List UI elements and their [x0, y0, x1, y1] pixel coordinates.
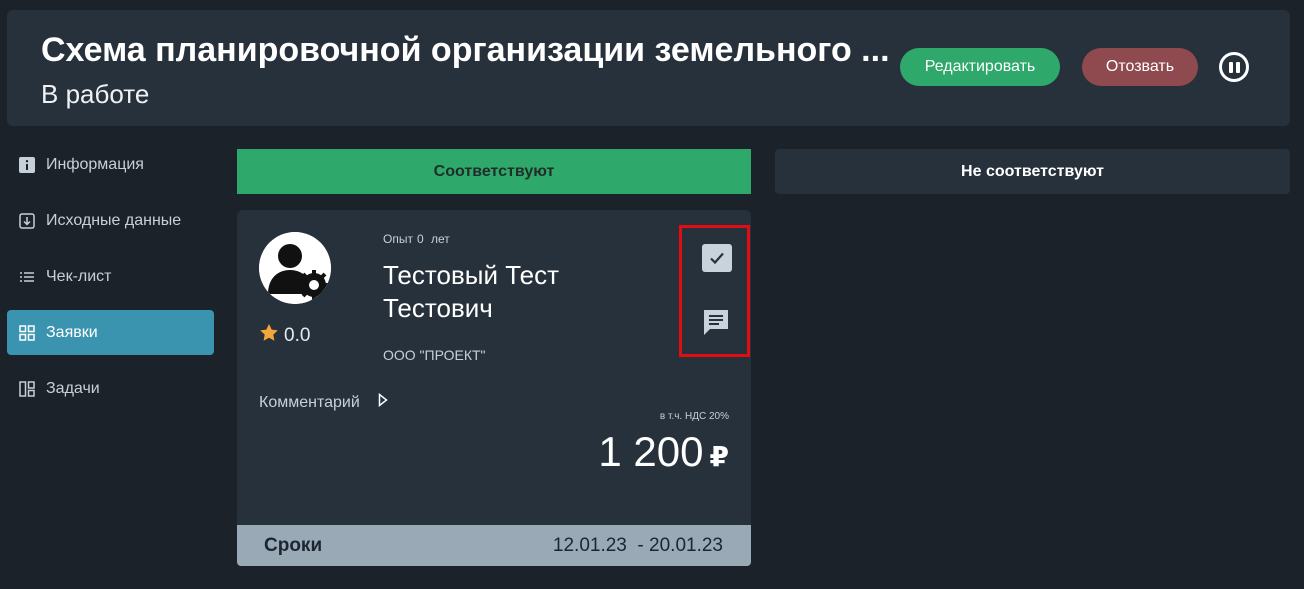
request-header: Схема планировочной организации земельно… — [7, 10, 1290, 126]
terms-bar: Сроки 12.01.23 - 20.01.23 — [237, 525, 751, 566]
sidebar-item-label: Чек-лист — [46, 267, 112, 285]
executor-name: Тестовый Тест Тестович — [383, 260, 559, 323]
checklist-icon — [19, 269, 35, 285]
download-icon — [19, 212, 35, 229]
column-header-not-matching: Не соответствуют — [775, 149, 1290, 194]
price-value: 1 200 — [598, 428, 704, 475]
recall-button[interactable]: Отозвать — [1082, 48, 1198, 86]
action-highlight-box — [679, 225, 750, 357]
experience-unit: лет — [430, 232, 450, 246]
play-arrow-icon — [378, 392, 388, 412]
sidebar-item-label: Задачи — [46, 379, 100, 397]
sidebar-item-label: Заявки — [46, 323, 98, 341]
rating: 0.0 — [259, 323, 310, 348]
avatar — [259, 232, 331, 304]
terms-value: 12.01.23 - 20.01.23 — [552, 534, 723, 556]
comment-icon[interactable] — [701, 307, 731, 342]
info-icon — [19, 156, 35, 173]
experience-prefix: Опыт — [383, 232, 413, 246]
experience: Опыт 0 лет — [383, 232, 454, 246]
column-header-matching: Соответствуют — [237, 149, 751, 194]
sidebar-item-checklist[interactable]: Чек-лист — [7, 254, 214, 299]
sidebar-item-label: Исходные данные — [46, 211, 182, 229]
comment-label: Комментарий — [259, 393, 360, 411]
comment-toggle[interactable]: Комментарий — [259, 392, 388, 412]
sidebar: Информация Исходные данные Чек-лист Заяв… — [7, 142, 214, 422]
board-icon — [19, 380, 35, 397]
pause-bar — [1235, 61, 1240, 73]
vat-note: в т.ч. НДС 20% — [659, 411, 729, 422]
pause-icon[interactable] — [1219, 52, 1249, 82]
check-icon[interactable] — [702, 244, 732, 272]
terms-label: Сроки — [264, 534, 323, 556]
star-icon — [259, 323, 279, 348]
sidebar-item-tasks[interactable]: Задачи — [7, 366, 214, 411]
sidebar-item-source-data[interactable]: Исходные данные — [7, 198, 214, 243]
experience-value: 0 — [416, 232, 424, 246]
sidebar-item-requests[interactable]: Заявки — [7, 310, 214, 355]
currency-symbol: ₽ — [709, 441, 729, 472]
sidebar-item-info[interactable]: Информация — [7, 142, 214, 187]
grid-icon — [19, 324, 35, 341]
organization: ООО "ПРОЕКТ" — [383, 347, 486, 363]
pause-bar — [1228, 61, 1233, 73]
edit-button[interactable]: Редактировать — [900, 48, 1060, 86]
status-text: В работе — [41, 79, 150, 109]
executor-card: 0.0 Опыт 0 лет Тестовый Тест Тестович ООО… — [237, 210, 751, 525]
sidebar-item-label: Информация — [46, 155, 144, 173]
price: 1 200 ₽ — [598, 428, 729, 481]
rating-value: 0.0 — [284, 324, 311, 346]
page-title: Схема планировочной организации земельно… — [41, 31, 890, 69]
